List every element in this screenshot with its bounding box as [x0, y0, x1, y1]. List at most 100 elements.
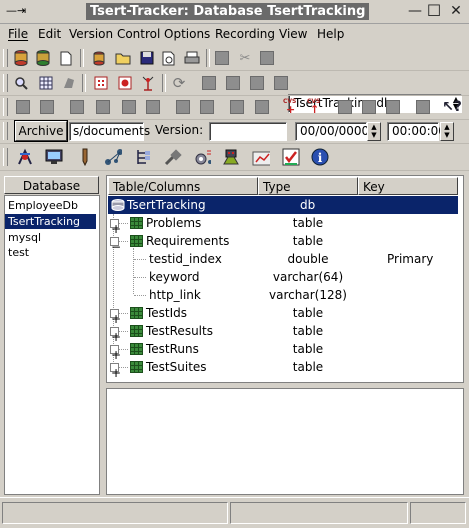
disabled-tool-1-icon[interactable] — [200, 74, 218, 92]
cut-icon[interactable]: ✂ — [236, 49, 254, 67]
type-cell: table — [292, 360, 324, 374]
menu-view[interactable]: View — [279, 27, 307, 41]
vc-tool-1-icon[interactable] — [14, 98, 32, 116]
tree-row-table[interactable]: + TestSuites table — [108, 358, 458, 380]
vc-tool-10-icon[interactable] — [253, 98, 271, 116]
details-panel[interactable] — [106, 388, 464, 495]
expand-icon[interactable]: + — [110, 219, 121, 236]
expand-icon[interactable]: + — [110, 309, 121, 326]
database-open-icon[interactable] — [34, 49, 52, 67]
info-icon[interactable]: i — [311, 148, 329, 166]
vc-tool-4-icon[interactable] — [94, 98, 112, 116]
vc-tool-12-icon[interactable] — [360, 98, 378, 116]
version-input[interactable] — [209, 122, 287, 141]
toolbar-grip[interactable] — [3, 122, 8, 140]
menu-version-control[interactable]: Version Control — [69, 27, 160, 41]
archive-path-input[interactable]: s/documents — [69, 122, 150, 141]
tree-row-table[interactable]: + TestResults table — [108, 322, 458, 344]
column-header-table[interactable]: Table/Columns — [108, 177, 258, 195]
open-folder-icon[interactable] — [114, 49, 132, 67]
time-spinner[interactable]: ▲ ▼ — [440, 122, 454, 141]
database-item-mysql[interactable]: mysql — [5, 230, 96, 245]
stop-record-icon[interactable] — [116, 74, 134, 92]
database-item-tserttracking[interactable]: TsertTracking — [5, 214, 96, 229]
paste-icon[interactable] — [258, 49, 276, 67]
grid-icon[interactable] — [37, 74, 55, 92]
maximize-button[interactable]: ☐ — [426, 3, 442, 19]
time-input[interactable]: 00:00:00 — [387, 122, 446, 141]
new-file-icon[interactable] — [57, 49, 75, 67]
print-icon[interactable] — [183, 49, 201, 67]
shape-icon[interactable] — [60, 74, 78, 92]
vc-tool-8-icon[interactable] — [198, 98, 216, 116]
monitor-icon[interactable] — [45, 148, 63, 166]
date-input[interactable]: 00/00/0000 — [295, 122, 369, 141]
toolbar-grip[interactable] — [3, 49, 8, 67]
context-help-icon[interactable]: ↖? — [442, 98, 462, 116]
tree-row-table[interactable]: − Requirements table — [108, 232, 458, 254]
tree-row-column[interactable]: testid_index double Primary — [108, 250, 458, 268]
menu-help[interactable]: Help — [317, 27, 344, 41]
chart-icon[interactable] — [252, 148, 270, 166]
vc-tool-3-icon[interactable] — [68, 98, 86, 116]
vc-tool-9-icon[interactable] — [228, 98, 246, 116]
database-icon[interactable] — [12, 49, 30, 67]
toolbar-grip[interactable] — [3, 148, 8, 166]
tree-structure-icon[interactable] — [135, 148, 153, 166]
column-header-key[interactable]: Key — [358, 177, 458, 195]
menu-options[interactable]: Options — [164, 27, 210, 41]
save-icon[interactable] — [138, 49, 156, 67]
pen-icon[interactable] — [76, 148, 94, 166]
tree-row-table[interactable]: + Problems table — [108, 214, 458, 236]
app-menu-icon[interactable]: —⇥ — [6, 4, 26, 18]
expand-icon[interactable]: + — [110, 363, 121, 380]
gear-network-icon[interactable] — [193, 148, 211, 166]
collapse-icon[interactable]: − — [110, 237, 121, 254]
menu-recording[interactable]: Recording — [215, 27, 275, 41]
print-preview-icon[interactable] — [160, 49, 178, 67]
database-small-icon[interactable] — [90, 49, 108, 67]
network-icon[interactable] — [104, 148, 122, 166]
expand-icon[interactable]: + — [110, 345, 121, 362]
vc-tool-7-icon[interactable] — [174, 98, 192, 116]
disabled-tool-4-icon[interactable] — [272, 74, 290, 92]
vc-tool-5-icon[interactable] — [120, 98, 138, 116]
disabled-tool-2-icon[interactable] — [224, 74, 242, 92]
close-button[interactable]: ✕ — [448, 3, 464, 19]
tree-row-table[interactable]: + TestIds table — [108, 304, 458, 326]
database-item-test[interactable]: test — [5, 245, 96, 260]
toolbar-grip[interactable] — [3, 98, 8, 116]
database-header[interactable]: Database — [4, 176, 99, 194]
tree-row-table[interactable]: + TestRuns table — [108, 340, 458, 362]
vc-tool-14-icon[interactable] — [414, 98, 432, 116]
refresh-icon[interactable]: ⟳ — [170, 74, 188, 92]
expand-icon[interactable]: + — [110, 327, 121, 344]
checklist-icon[interactable] — [282, 148, 300, 166]
vc-tool-13-icon[interactable] — [384, 98, 402, 116]
toolbar-grip[interactable] — [3, 74, 8, 92]
svg-text:i: i — [318, 151, 323, 165]
disabled-tool-3-icon[interactable] — [248, 74, 266, 92]
antenna-icon[interactable] — [139, 74, 157, 92]
column-header-type[interactable]: Type — [258, 177, 358, 195]
date-spinner[interactable]: ▲ ▼ — [367, 122, 381, 141]
minimize-button[interactable]: — — [407, 3, 423, 19]
recorder-icon[interactable] — [16, 148, 34, 166]
record-grid-icon[interactable] — [92, 74, 110, 92]
database-item-employeedb[interactable]: EmployeeDb — [5, 198, 96, 213]
tree-row-column[interactable]: keyword varchar(64) — [108, 268, 458, 286]
menu-edit[interactable]: Edit — [38, 27, 61, 41]
tree-row-column[interactable]: http_link varchar(128) — [108, 286, 458, 304]
search-icon[interactable] — [12, 74, 30, 92]
tree-row-root[interactable]: TsertTracking db — [108, 196, 458, 214]
robot-icon[interactable] — [222, 148, 240, 166]
vc-tool-2-icon[interactable] — [38, 98, 56, 116]
cvs-add-icon[interactable]: CVS + — [282, 98, 300, 116]
cvs-commit-icon[interactable]: CVS ↑ — [306, 98, 324, 116]
vc-tool-11-icon[interactable] — [336, 98, 354, 116]
plug-icon[interactable] — [164, 148, 182, 166]
vc-tool-6-icon[interactable] — [144, 98, 162, 116]
copy-icon[interactable] — [213, 49, 231, 67]
menu-file[interactable]: File — [8, 27, 28, 41]
archive-button[interactable]: Archive — [14, 120, 68, 142]
